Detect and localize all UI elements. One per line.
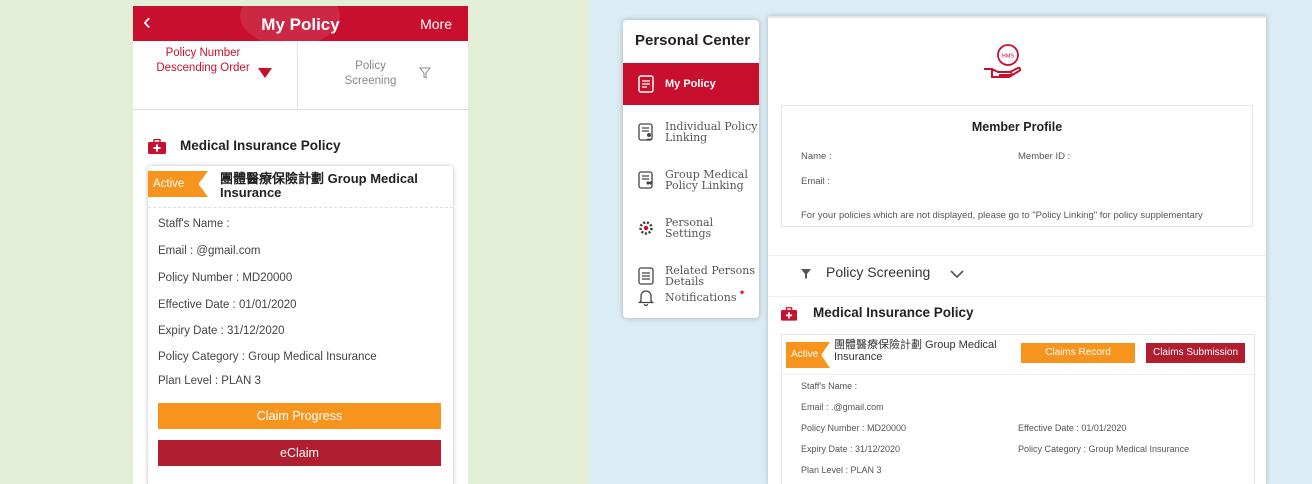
sidebar-item-individual-policy-linking[interactable]: Individual Policy Linking bbox=[623, 111, 759, 153]
main-top-border bbox=[768, 16, 1266, 18]
effective-date-row: Effective Date : 01/01/2020 bbox=[158, 299, 297, 311]
notification-dot: • bbox=[738, 285, 746, 300]
main-content-panel: HMS Member Profile Name : Member ID : Em… bbox=[768, 16, 1266, 484]
policy-category-row: Policy Category : Group Medical Insuranc… bbox=[1018, 444, 1190, 454]
email-field: Email : bbox=[801, 176, 831, 187]
claim-progress-button[interactable]: Claim Progress bbox=[158, 403, 441, 429]
card-divider bbox=[782, 374, 1254, 375]
status-badge: Active bbox=[148, 171, 208, 197]
policy-hand-logo-icon: HMS bbox=[984, 44, 1022, 78]
chevron-down-icon[interactable] bbox=[950, 269, 964, 279]
sidebar-item-group-medical-policy-linking[interactable]: Group Medical Policy Linking bbox=[623, 159, 759, 201]
policy-screening-label: Policy Screening bbox=[344, 60, 397, 87]
policy-number-row: Policy Number : MD20000 bbox=[158, 272, 293, 284]
sort-filter-bar: Policy Number Descending Order Policy Sc… bbox=[133, 41, 468, 110]
plan-level-row: Plan Level : PLAN 3 bbox=[801, 465, 882, 475]
mobile-screen: ‹ My Policy More Policy Number Descendin… bbox=[133, 6, 468, 484]
document-group-icon bbox=[638, 171, 653, 189]
policy-title: 團體醫療保險計劃 Group Medical Insurance bbox=[220, 171, 418, 200]
effective-date-row: Effective Date : 01/01/2020 bbox=[1018, 423, 1127, 433]
sidebar-item-label: Individual Policy Linking bbox=[665, 120, 758, 144]
claims-record-button[interactable]: Claims Record bbox=[1021, 343, 1135, 363]
sidebar-item-label: My Policy bbox=[665, 77, 716, 90]
section-title: Medical Insurance Policy bbox=[813, 305, 974, 320]
staff-name-row: Staff's Name : bbox=[158, 218, 230, 230]
medical-kit-icon bbox=[781, 307, 797, 321]
email-row: Email : .@gmail.com bbox=[801, 402, 884, 412]
document-user-icon bbox=[638, 123, 653, 141]
funnel-icon bbox=[801, 269, 811, 279]
funnel-icon bbox=[419, 67, 431, 79]
bell-icon bbox=[637, 290, 655, 306]
sidebar-title: Personal Center bbox=[635, 32, 751, 49]
more-button[interactable]: More bbox=[420, 16, 452, 32]
expiry-date-row: Expiry Date : 31/12/2020 bbox=[158, 325, 285, 337]
personal-center-sidebar: Personal Center My Policy Individual Pol… bbox=[623, 20, 759, 318]
notifications-label: Notifications bbox=[665, 290, 737, 304]
policy-category-row: Policy Category : Group Medical Insuranc… bbox=[158, 351, 377, 363]
medical-kit-icon bbox=[148, 139, 166, 154]
member-id-field: Member ID : bbox=[1018, 151, 1071, 162]
status-badge: Active bbox=[786, 342, 830, 368]
sidebar-item-label: Notifications • bbox=[665, 276, 746, 318]
section-title: Medical Insurance Policy bbox=[180, 138, 341, 153]
member-profile-panel: Member Profile Name : Member ID : Email … bbox=[781, 105, 1253, 227]
sort-order-label: Policy Number Descending Order bbox=[156, 47, 250, 74]
staff-name-row: Staff's Name : bbox=[801, 381, 858, 391]
policy-card: Active 團體醫療保險計劃 Group Medical Insurance … bbox=[148, 166, 453, 484]
claims-submission-button[interactable]: Claims Submission bbox=[1146, 343, 1245, 363]
triangle-down-icon bbox=[258, 68, 272, 78]
sidebar-item-label: Group Medical Policy Linking bbox=[665, 168, 748, 192]
mobile-header: ‹ My Policy More bbox=[133, 6, 468, 46]
page-title: My Policy bbox=[261, 15, 340, 34]
sidebar-item-personal-settings[interactable]: Personal Settings bbox=[623, 207, 759, 249]
name-field: Name : bbox=[801, 151, 832, 162]
policy-number-row: Policy Number : MD20000 bbox=[801, 423, 907, 433]
sidebar-item-label: Personal Settings bbox=[665, 216, 714, 240]
gear-icon bbox=[639, 221, 653, 235]
sidebar-item-my-policy[interactable]: My Policy bbox=[623, 63, 759, 105]
sort-order-button[interactable]: Policy Number Descending Order bbox=[133, 41, 298, 109]
document-icon bbox=[638, 75, 654, 93]
policy-title: 團體醫療保險計劃 Group Medical Insurance bbox=[834, 339, 997, 363]
logo-text: HMS bbox=[1002, 54, 1015, 60]
card-divider bbox=[148, 207, 453, 208]
sidebar-item-notifications[interactable]: Notifications • bbox=[623, 276, 759, 318]
policy-screening-label: Policy Screening bbox=[826, 264, 931, 280]
eclaim-button[interactable]: eClaim bbox=[158, 440, 441, 466]
policy-screening-bar[interactable]: Policy Screening bbox=[768, 255, 1266, 297]
member-profile-title: Member Profile bbox=[971, 120, 1063, 134]
policy-linking-note: For your policies which are not displaye… bbox=[801, 210, 1203, 221]
email-row: Email : @gmail.com bbox=[158, 245, 261, 257]
policy-card: Active 團體醫療保險計劃 Group Medical Insurance … bbox=[781, 334, 1255, 484]
plan-level-row: Plan Level : PLAN 3 bbox=[158, 375, 261, 387]
expiry-date-row: Expiry Date : 31/12/2020 bbox=[801, 444, 901, 454]
